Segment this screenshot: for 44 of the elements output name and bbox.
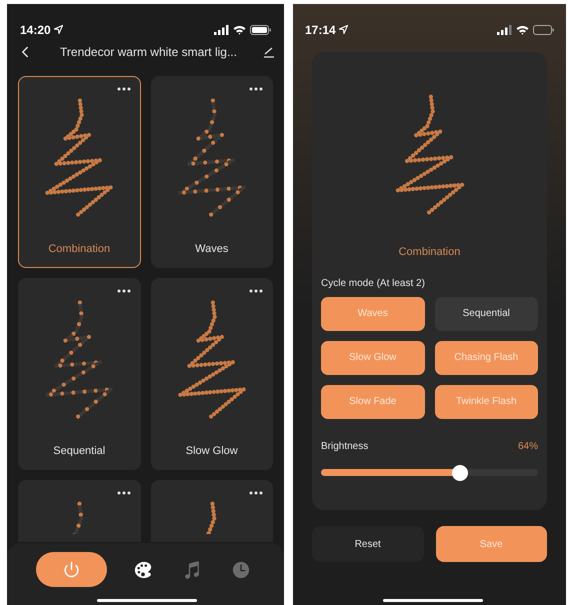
- more-icon[interactable]: [249, 87, 263, 91]
- more-icon[interactable]: [116, 87, 130, 91]
- signal-icon: [497, 24, 512, 34]
- music-tab[interactable]: [182, 560, 202, 580]
- slider-thumb[interactable]: [452, 464, 468, 480]
- mode-button[interactable]: Sequential: [434, 296, 538, 330]
- effect-card[interactable]: Waves: [150, 76, 273, 268]
- effect-name: Slow Glow: [186, 444, 238, 459]
- location-arrow-icon: [338, 25, 348, 34]
- effect-card[interactable]: Combination: [18, 76, 140, 268]
- timer-icon: [231, 560, 251, 580]
- light-tree-drawing: [206, 501, 218, 534]
- status-time: 17:14: [305, 22, 336, 38]
- effect-name: Waves: [195, 242, 228, 257]
- effect-name: Combination: [48, 242, 110, 257]
- palette-icon: [133, 560, 153, 580]
- more-icon[interactable]: [249, 491, 263, 495]
- signal-icon: [214, 24, 229, 34]
- more-icon[interactable]: [116, 491, 130, 495]
- cycle-mode-label: Cycle mode (At least 2): [321, 276, 426, 290]
- battery-icon: [533, 24, 554, 34]
- effect-card[interactable]: Slow Glow: [150, 278, 273, 470]
- more-icon[interactable]: [249, 289, 263, 293]
- brightness-label: Brightness: [321, 440, 368, 454]
- effect-card[interactable]: Sequential: [18, 278, 140, 470]
- power-icon: [63, 561, 80, 578]
- power-button[interactable]: [36, 552, 107, 587]
- reset-button[interactable]: Reset: [312, 526, 424, 562]
- palette-tab[interactable]: [133, 560, 153, 580]
- brightness-slider[interactable]: [321, 464, 538, 480]
- battery-icon: [250, 24, 271, 34]
- wifi-icon: [516, 24, 529, 34]
- status-time: 14:20: [20, 22, 51, 38]
- timer-tab[interactable]: [231, 560, 251, 580]
- effect-name: Sequential: [53, 444, 106, 459]
- location-arrow-icon: [54, 25, 63, 34]
- music-icon: [182, 560, 202, 580]
- effect-name: Combination: [398, 245, 460, 260]
- edit-icon[interactable]: [263, 46, 275, 58]
- page-title: Trendecor warm white smart lig...: [60, 44, 237, 61]
- wifi-icon: [233, 24, 246, 34]
- more-icon[interactable]: [116, 289, 130, 293]
- light-tree-drawing: [73, 501, 86, 534]
- brightness-reading: 64%: [518, 440, 538, 454]
